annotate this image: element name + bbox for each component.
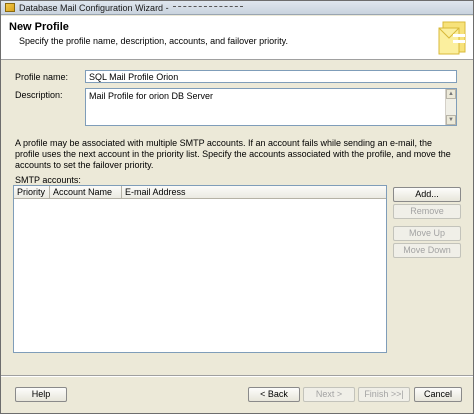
wizard-header: New Profile Specify the profile name, de… [1,16,473,60]
profile-name-input[interactable]: SQL Mail Profile Orion [85,70,457,83]
smtp-accounts-label: SMTP accounts: [15,175,81,185]
description-input[interactable]: Mail Profile for orion DB Server ▲ ▼ [85,88,457,126]
cancel-button[interactable]: Cancel [414,387,462,402]
column-account-name[interactable]: Account Name [50,186,122,198]
back-button[interactable]: < Back [248,387,300,402]
finish-button[interactable]: Finish >>| [358,387,410,402]
window-title: Database Mail Configuration Wizard - [19,2,169,13]
failover-info-text: A profile may be associated with multipl… [15,138,451,170]
description-scrollbar[interactable]: ▲ ▼ [445,89,456,125]
title-bar[interactable]: Database Mail Configuration Wizard - [1,1,473,15]
help-button[interactable]: Help [15,387,67,402]
move-up-button[interactable]: Move Up [393,226,461,241]
scroll-down-arrow-icon[interactable]: ▼ [446,115,456,125]
app-icon [5,3,15,12]
description-text: Mail Profile for orion DB Server [89,91,214,101]
next-button[interactable]: Next > [303,387,355,402]
page-subtitle: Specify the profile name, description, a… [19,36,288,46]
grid-header: Priority Account Name E-mail Address [14,186,386,199]
wizard-envelope-icon [438,21,466,55]
description-label: Description: [15,90,63,100]
page-title: New Profile [9,21,69,33]
add-account-button[interactable]: Add... [393,187,461,202]
profile-name-label: Profile name: [15,72,69,82]
column-priority[interactable]: Priority [14,186,50,198]
move-down-button[interactable]: Move Down [393,243,461,258]
scroll-up-arrow-icon[interactable]: ▲ [446,89,456,99]
column-email-address[interactable]: E-mail Address [122,186,386,198]
wizard-window: Database Mail Configuration Wizard - New… [0,0,474,414]
smtp-accounts-grid[interactable]: Priority Account Name E-mail Address [13,185,387,353]
footer-divider [1,375,473,377]
title-redaction [172,6,243,9]
remove-account-button[interactable]: Remove [393,204,461,219]
